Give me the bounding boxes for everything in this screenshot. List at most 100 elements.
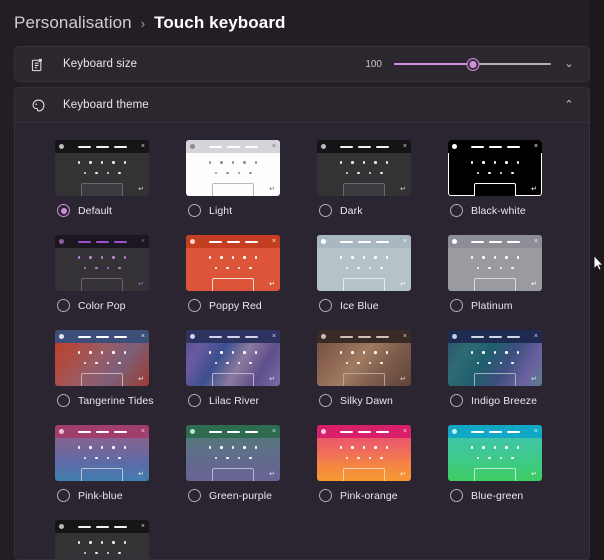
- theme-option-row[interactable]: Indigo Breeze: [448, 394, 555, 407]
- preview-spacebar: [343, 373, 385, 386]
- expand-keyboard-size-chevron-down-icon[interactable]: ⌄: [563, 58, 575, 70]
- preview-keys: [55, 256, 149, 277]
- theme-option[interactable]: × ↵ Lilac River: [186, 330, 293, 407]
- theme-option-row[interactable]: Lilac River: [186, 394, 293, 407]
- preview-key: [357, 456, 360, 459]
- theme-option-row[interactable]: Platinum: [448, 299, 555, 312]
- preview-key: [123, 351, 127, 354]
- preview-spacebar: [212, 468, 254, 481]
- preview-key: [220, 256, 223, 259]
- theme-option[interactable]: × ↵ Pink-orange: [317, 425, 424, 502]
- theme-radio[interactable]: [450, 394, 463, 407]
- theme-radio[interactable]: [319, 489, 332, 502]
- preview-key: [112, 351, 115, 354]
- theme-radio[interactable]: [57, 394, 70, 407]
- breadcrumb-parent-link[interactable]: Personalisation: [14, 13, 132, 33]
- theme-option[interactable]: × ↵ Green-purple: [186, 425, 293, 502]
- theme-radio[interactable]: [188, 394, 201, 407]
- theme-option-row[interactable]: Silky Dawn: [317, 394, 424, 407]
- theme-preview[interactable]: ×↵: [317, 140, 411, 196]
- theme-option[interactable]: × ↵ Silky Dawn: [317, 330, 424, 407]
- preview-dash: [470, 430, 484, 433]
- setting-row-keyboard-theme[interactable]: Keyboard theme ⌃: [14, 87, 590, 123]
- theme-preview[interactable]: ×↵: [186, 330, 280, 386]
- preview-key: [95, 551, 98, 554]
- preview-dash: [357, 240, 371, 243]
- setting-row-keyboard-size[interactable]: Keyboard size 100 ⌄: [14, 46, 590, 82]
- theme-option-row[interactable]: Pink-orange: [317, 489, 424, 502]
- preview-dash: [488, 145, 502, 148]
- preview-key: [95, 266, 98, 269]
- theme-preview[interactable]: ×↵: [55, 140, 149, 196]
- theme-option[interactable]: × ↵ Blue-green: [448, 425, 555, 502]
- theme-option[interactable]: × ↵ Dark: [317, 140, 424, 217]
- theme-option[interactable]: × ↵ Tangerine Tides: [55, 330, 162, 407]
- theme-option[interactable]: ×↵: [55, 520, 162, 559]
- theme-radio[interactable]: [319, 299, 332, 312]
- theme-radio[interactable]: [188, 489, 201, 502]
- theme-radio[interactable]: [188, 204, 201, 217]
- theme-radio[interactable]: [450, 204, 463, 217]
- theme-radio[interactable]: [57, 204, 70, 217]
- preview-keyboard-body: ↵: [55, 533, 149, 559]
- keyboard-size-slider[interactable]: [394, 57, 551, 71]
- theme-radio[interactable]: [57, 489, 70, 502]
- theme-option[interactable]: × ↵ Indigo Breeze: [448, 330, 555, 407]
- theme-radio[interactable]: [319, 394, 332, 407]
- theme-option-row[interactable]: Black-white: [448, 204, 555, 217]
- theme-option-row[interactable]: Color Pop: [55, 299, 162, 312]
- theme-preview[interactable]: ×↵: [317, 330, 411, 386]
- theme-preview[interactable]: ×↵: [186, 425, 280, 481]
- theme-option-row[interactable]: Default: [55, 204, 162, 217]
- theme-option-row[interactable]: Tangerine Tides: [55, 394, 162, 407]
- theme-preview[interactable]: ×↵: [55, 235, 149, 291]
- preview-titlebar: ×: [186, 330, 280, 343]
- theme-option-row[interactable]: Light: [186, 204, 293, 217]
- theme-preview[interactable]: ×↵: [448, 425, 542, 481]
- theme-preview[interactable]: ×↵: [55, 330, 149, 386]
- theme-option[interactable]: × ↵ Pink-blue: [55, 425, 162, 502]
- preview-key-row: [55, 541, 149, 544]
- theme-option[interactable]: × ↵ Black-white: [448, 140, 555, 217]
- theme-preview[interactable]: ×↵: [55, 520, 149, 559]
- theme-preview[interactable]: ×↵: [448, 235, 542, 291]
- theme-option-row[interactable]: Pink-blue: [55, 489, 162, 502]
- theme-radio[interactable]: [188, 299, 201, 312]
- gear-icon: [190, 144, 195, 149]
- theme-option-row[interactable]: Dark: [317, 204, 424, 217]
- theme-preview[interactable]: ×↵: [186, 140, 280, 196]
- theme-preview[interactable]: ×↵: [317, 425, 411, 481]
- theme-option[interactable]: × ↵ Light: [186, 140, 293, 217]
- theme-option-row[interactable]: Green-purple: [186, 489, 293, 502]
- collapse-keyboard-theme-chevron-up-icon[interactable]: ⌃: [563, 99, 575, 111]
- preview-key: [83, 361, 86, 364]
- theme-radio[interactable]: [319, 204, 332, 217]
- preview-key: [77, 161, 81, 164]
- theme-option[interactable]: × ↵ Poppy Red: [186, 235, 293, 312]
- theme-preview[interactable]: ×↵: [317, 235, 411, 291]
- preview-key: [100, 256, 104, 259]
- preview-key: [385, 161, 389, 164]
- theme-option-row[interactable]: Poppy Red: [186, 299, 293, 312]
- scrollbar[interactable]: [590, 0, 604, 560]
- slider-thumb[interactable]: [467, 58, 478, 70]
- preview-dash: [77, 525, 91, 528]
- preview-key: [351, 256, 354, 259]
- theme-preview[interactable]: ×↵: [448, 330, 542, 386]
- preview-key: [106, 171, 109, 174]
- theme-option[interactable]: × ↵ Default: [55, 140, 162, 217]
- theme-radio[interactable]: [450, 299, 463, 312]
- theme-option[interactable]: × ↵ Ice Blue: [317, 235, 424, 312]
- theme-option[interactable]: × ↵ Color Pop: [55, 235, 162, 312]
- theme-option-row[interactable]: Ice Blue: [317, 299, 424, 312]
- theme-preview[interactable]: ×↵: [186, 235, 280, 291]
- preview-spacebar: [81, 278, 123, 291]
- preview-titlebar: ×: [448, 140, 542, 153]
- theme-radio[interactable]: [450, 489, 463, 502]
- theme-preview[interactable]: ×↵: [448, 140, 542, 196]
- theme-option-row[interactable]: Blue-green: [448, 489, 555, 502]
- preview-key: [118, 456, 121, 459]
- theme-preview[interactable]: ×↵: [55, 425, 149, 481]
- theme-radio[interactable]: [57, 299, 70, 312]
- theme-option[interactable]: × ↵ Platinum: [448, 235, 555, 312]
